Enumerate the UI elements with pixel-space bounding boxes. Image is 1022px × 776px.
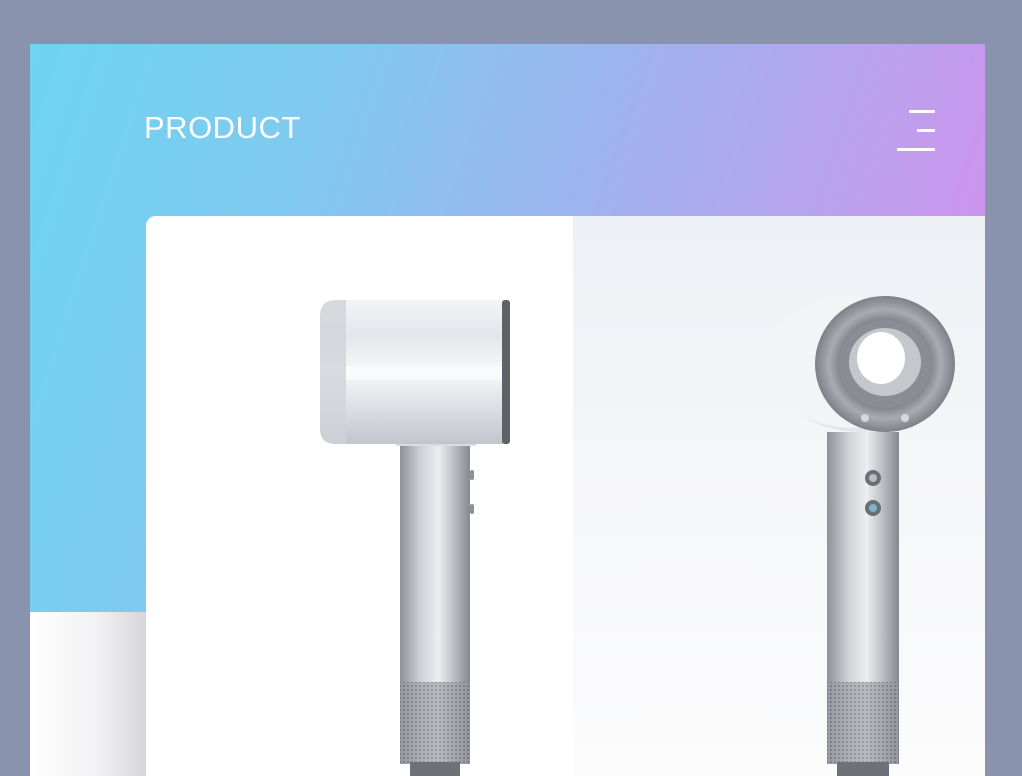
product-card[interactable]: [146, 216, 985, 776]
product-image-side-view[interactable]: [146, 216, 573, 776]
app-frame: PRODUCT: [30, 44, 985, 776]
side-panel-strip: [30, 612, 146, 776]
hair-dryer-front-icon: [763, 296, 955, 776]
product-image-front-view[interactable]: [573, 216, 985, 776]
hair-dryer-side-icon: [320, 300, 510, 776]
menu-button[interactable]: [886, 104, 942, 160]
page-title: PRODUCT: [144, 110, 301, 145]
